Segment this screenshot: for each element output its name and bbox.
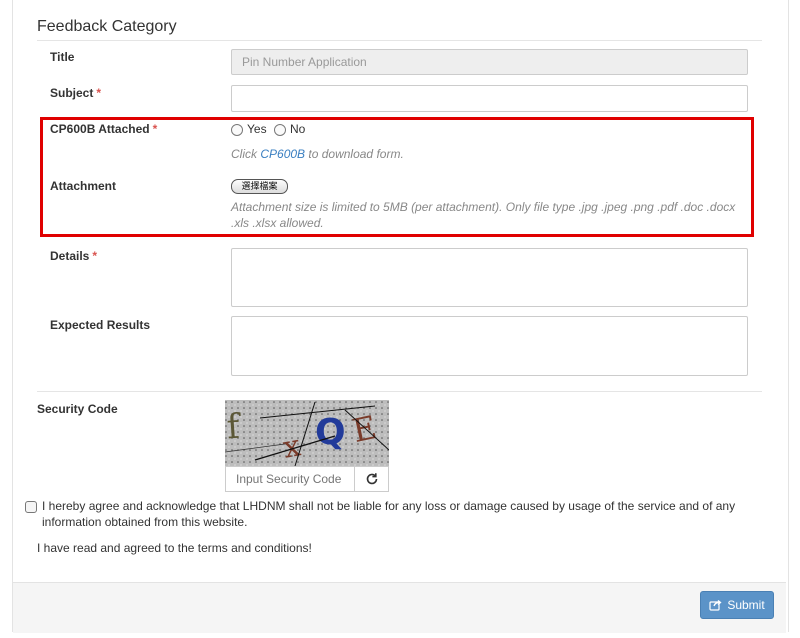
captcha-image: f x Q E (225, 400, 389, 466)
title-field (231, 49, 748, 75)
legend-divider (37, 40, 762, 41)
security-code-input[interactable] (225, 466, 355, 492)
title-label: Title (50, 50, 75, 64)
required-mark: * (96, 86, 102, 100)
refresh-captcha-button[interactable] (355, 466, 389, 492)
section-divider (37, 391, 762, 392)
refresh-icon (366, 473, 377, 485)
share-icon (709, 599, 722, 611)
required-mark: * (92, 249, 98, 263)
details-textarea[interactable] (231, 248, 748, 307)
details-label: Details * (50, 249, 97, 263)
agreed-terms-text: I have read and agreed to the terms and … (37, 541, 312, 555)
details-label-text: Details (50, 249, 90, 263)
agree-checkbox[interactable] (25, 501, 37, 513)
subject-input[interactable] (231, 85, 748, 112)
submit-label: Submit (727, 598, 765, 612)
form-footer (13, 582, 786, 633)
expected-results-textarea[interactable] (231, 316, 748, 376)
form-legend: Feedback Category (37, 18, 177, 35)
submit-button[interactable]: Submit (700, 591, 774, 619)
highlight-box (40, 117, 754, 237)
expected-results-label: Expected Results (50, 318, 151, 332)
agreement-text: I hereby agree and acknowledge that LHDN… (42, 499, 736, 529)
captcha-char-3: Q (315, 412, 346, 453)
subject-label: Subject * (50, 86, 101, 100)
security-code-label: Security Code (37, 402, 118, 416)
subject-label-text: Subject (50, 86, 94, 100)
